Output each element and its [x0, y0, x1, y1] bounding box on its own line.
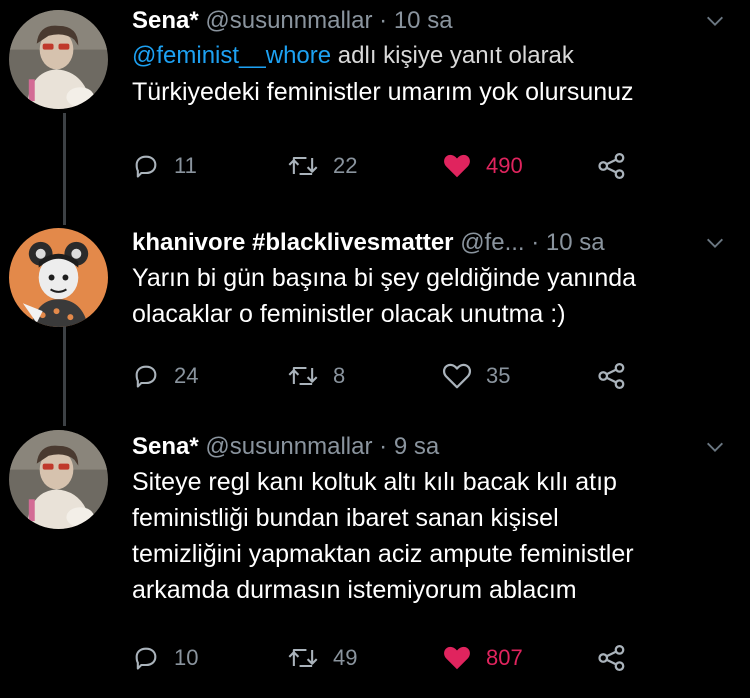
tweet-text-line: feministliği bundan ibaret sanan kişisel [132, 504, 559, 532]
tweet[interactable]: Sena* @susunnmallar · 10 sa @feminist__w… [0, 0, 750, 210]
retweet-button[interactable]: 22 [287, 146, 357, 186]
reply-button[interactable]: 10 [132, 638, 198, 678]
share-icon [598, 363, 625, 389]
tweet-header: khanivore #blacklivesmatter @fe... · 10 … [132, 226, 730, 260]
chevron-down-icon[interactable] [704, 232, 726, 254]
tweet-text: Türkiyedeki feministler umarım yok olurs… [132, 74, 730, 110]
reply-count: 11 [174, 153, 197, 178]
separator-dot: · [379, 7, 388, 34]
share-icon [598, 153, 625, 179]
tweet-text-line: arkamda durmasın istemiyorum ablacım [132, 576, 577, 604]
user-avatar[interactable] [9, 10, 108, 109]
share-icon [598, 645, 625, 671]
share-button[interactable] [597, 146, 627, 186]
retweet-button[interactable]: 8 [287, 356, 345, 396]
display-name[interactable]: Sena* [132, 7, 199, 34]
reply-mention-link[interactable]: @feminist__whore [132, 42, 331, 69]
retweet-icon [288, 648, 318, 668]
retweet-count: 8 [333, 363, 346, 388]
tweet-text: Siteye regl kanı koltuk altı kılı bacak … [132, 464, 730, 608]
reply-context: @feminist__whore adlı kişiye yanıt olara… [132, 38, 730, 74]
user-handle[interactable]: @fe... [460, 229, 524, 256]
reply-count: 10 [174, 645, 199, 670]
reply-button[interactable]: 24 [132, 356, 198, 396]
share-button[interactable] [597, 356, 627, 396]
timestamp[interactable]: 9 sa [394, 433, 439, 460]
chevron-down-icon[interactable] [704, 436, 726, 458]
reply-icon [135, 365, 157, 388]
like-button[interactable]: 807 [442, 638, 523, 678]
display-name[interactable]: Sena* [132, 433, 199, 460]
timestamp[interactable]: 10 sa [394, 7, 453, 34]
separator-dot: · [531, 229, 540, 256]
tweet-actions: 10 49 807 [132, 638, 692, 678]
reply-count: 24 [174, 363, 199, 388]
reply-button[interactable]: 11 [132, 146, 197, 186]
display-name[interactable]: khanivore #blacklivesmatter [132, 229, 454, 256]
retweet-icon [288, 156, 318, 176]
user-handle[interactable]: @susunnmallar [205, 7, 372, 34]
tweet-actions: 11 22 490 [132, 146, 692, 186]
tweet-text-line: Türkiyedeki feministler umarım yok olurs… [132, 78, 634, 106]
user-avatar[interactable] [9, 228, 108, 327]
tweet-text-line: temizliğini yapmaktan aciz ampute femini… [132, 540, 634, 568]
like-button[interactable]: 490 [442, 146, 523, 186]
tweet-text-line: Yarın bi gün başına bi şey geldiğinde ya… [132, 264, 637, 292]
profile-photo-avatar [9, 430, 108, 529]
tweet-text-line: olacaklar o feministler olacak unutma :) [132, 300, 566, 328]
heart-filled-icon [444, 154, 470, 178]
profile-photo-avatar [9, 10, 108, 109]
timestamp[interactable]: 10 sa [546, 229, 605, 256]
like-count: 35 [486, 363, 511, 388]
like-count: 807 [486, 645, 523, 670]
tweet-text: Yarın bi gün başına bi şey geldiğinde ya… [132, 260, 730, 332]
reply-context-text: adlı kişiye yanıt olarak [337, 42, 574, 69]
like-count: 490 [486, 153, 523, 178]
retweet-icon [288, 366, 318, 386]
user-avatar[interactable] [9, 430, 108, 529]
tweet[interactable]: Sena* @susunnmallar · 9 sa Siteye regl k… [0, 420, 750, 698]
illustrated-character-avatar [9, 228, 108, 327]
chevron-down-icon[interactable] [704, 10, 726, 32]
heart-outline-icon [442, 363, 472, 389]
heart-filled-icon [444, 646, 470, 670]
tweet-text-line: Siteye regl kanı koltuk altı kılı bacak … [132, 468, 617, 496]
tweet[interactable]: khanivore #blacklivesmatter @fe... · 10 … [0, 210, 750, 420]
share-button[interactable] [597, 638, 627, 678]
reply-icon [135, 647, 157, 670]
retweet-count: 22 [333, 153, 358, 178]
tweet-actions: 24 8 35 [132, 356, 692, 396]
separator-dot: · [379, 433, 388, 460]
retweet-button[interactable]: 49 [287, 638, 357, 678]
user-handle[interactable]: @susunnmallar [205, 433, 372, 460]
tweet-header: Sena* @susunnmallar · 9 sa [132, 430, 730, 464]
tweet-header: Sena* @susunnmallar · 10 sa [132, 4, 730, 38]
retweet-count: 49 [333, 645, 358, 670]
like-button[interactable]: 35 [442, 356, 510, 396]
reply-icon [135, 155, 157, 178]
